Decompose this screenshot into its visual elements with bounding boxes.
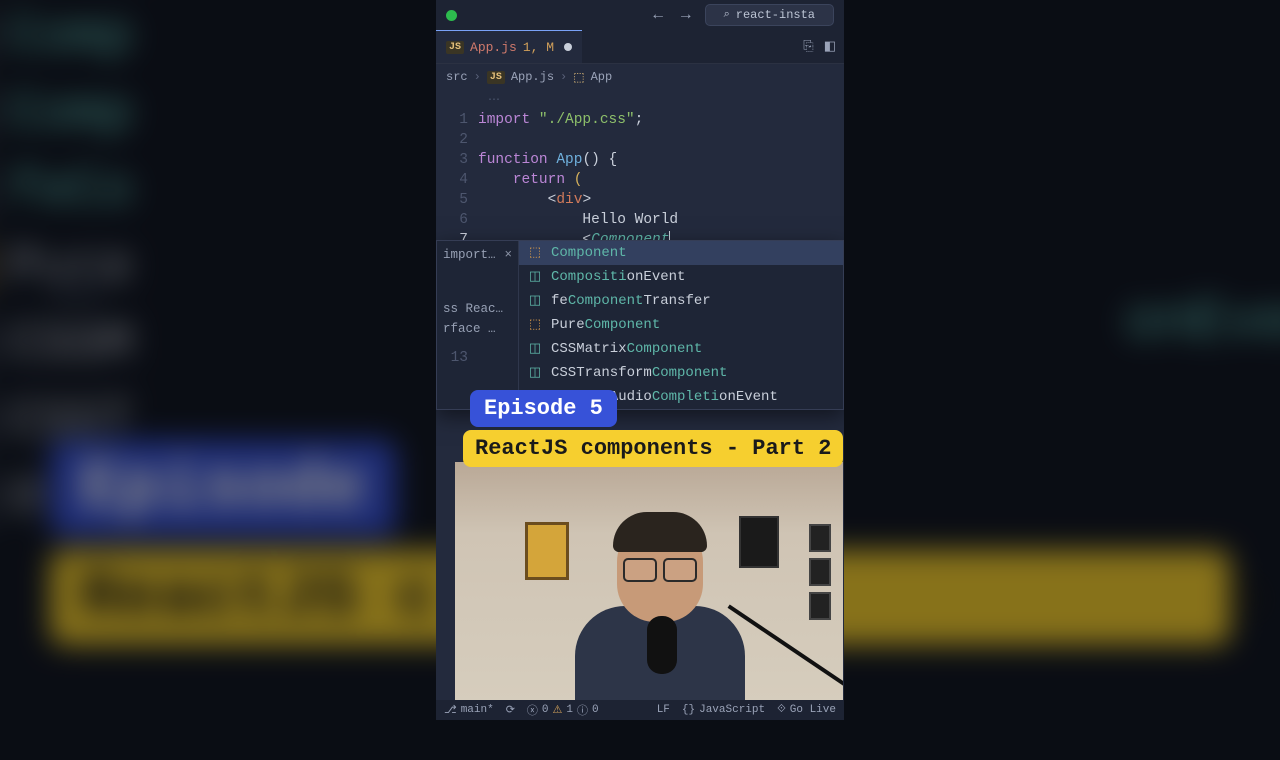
split-editor-icon[interactable]: ◧ [824,39,836,54]
search-placeholder: react-insta [736,8,815,22]
autocomplete-item[interactable]: ⬚PureComponent [519,313,843,337]
breadcrumb-symbol[interactable]: App [591,70,613,84]
tab-app-js[interactable]: JS App.js 1, M [436,30,582,63]
breadcrumb-folder[interactable]: src [446,70,468,84]
autocomplete-item[interactable]: ◫feComponentTransfer [519,289,843,313]
symbol-kind-icon: ◫ [527,267,543,287]
language-mode[interactable]: {} JavaScript [682,704,765,716]
tab-filename: App.js [470,40,517,55]
go-live[interactable]: ⟐ Go Live [777,704,836,716]
tab-modified-indicator: 1, M [523,40,554,55]
episode-badge: Episode 5 [470,390,617,427]
command-search[interactable]: ⌕ react-insta [705,4,834,26]
nav-forward-icon[interactable]: → [677,6,695,24]
autocomplete-popup[interactable]: import… × ss Reac… rface … ⬚Component◫Co… [436,240,844,410]
tab-bar: JS App.js 1, M ⎘ ◧ [436,30,844,64]
title-badge: ReactJS components - Part 2 [463,430,843,467]
traffic-light-green[interactable] [446,10,457,21]
problems[interactable]: ⓧ 0 ⚠ 1 ⓘ 0 [527,702,599,718]
nav-back-icon[interactable]: ← [649,6,667,24]
js-file-icon: JS [446,41,464,54]
sync-icon[interactable]: ⟳ [506,703,515,717]
js-file-icon: JS [487,71,505,84]
symbol-icon: ⬚ [573,70,584,85]
compare-changes-icon[interactable]: ⎘ [803,39,813,54]
autocomplete-doc-side: import… × ss Reac… rface … [437,241,519,409]
autocomplete-item[interactable]: ◫CompositionEvent [519,265,843,289]
symbol-kind-icon: ◫ [527,339,543,359]
search-icon: ⌕ [724,9,730,21]
autocomplete-item[interactable]: ◫CSSMatrixComponent [519,337,843,361]
symbol-kind-icon: ⬚ [527,243,543,263]
status-bar: ⎇ main* ⟳ ⓧ 0 ⚠ 1 ⓘ 0 LF {} JavaScript ⟐… [436,700,844,720]
eol-indicator[interactable]: LF [657,704,670,716]
git-branch[interactable]: ⎇ main* [444,703,494,717]
symbol-kind-icon: ◫ [527,363,543,383]
symbol-kind-icon: ⬚ [527,315,543,335]
autocomplete-item[interactable]: ⬚Component [519,241,843,265]
symbol-kind-icon: ◫ [527,291,543,311]
breadcrumb[interactable]: src › JS App.js › ⬚ App [436,64,844,90]
breadcrumb-file[interactable]: App.js [511,70,554,84]
close-icon[interactable]: × [504,245,512,265]
unsaved-dot-icon [564,43,572,51]
window-titlebar: ← → ⌕ react-insta [436,0,844,30]
autocomplete-item[interactable]: ◫CSSTransformComponent [519,361,843,385]
webcam-feed [455,462,843,702]
